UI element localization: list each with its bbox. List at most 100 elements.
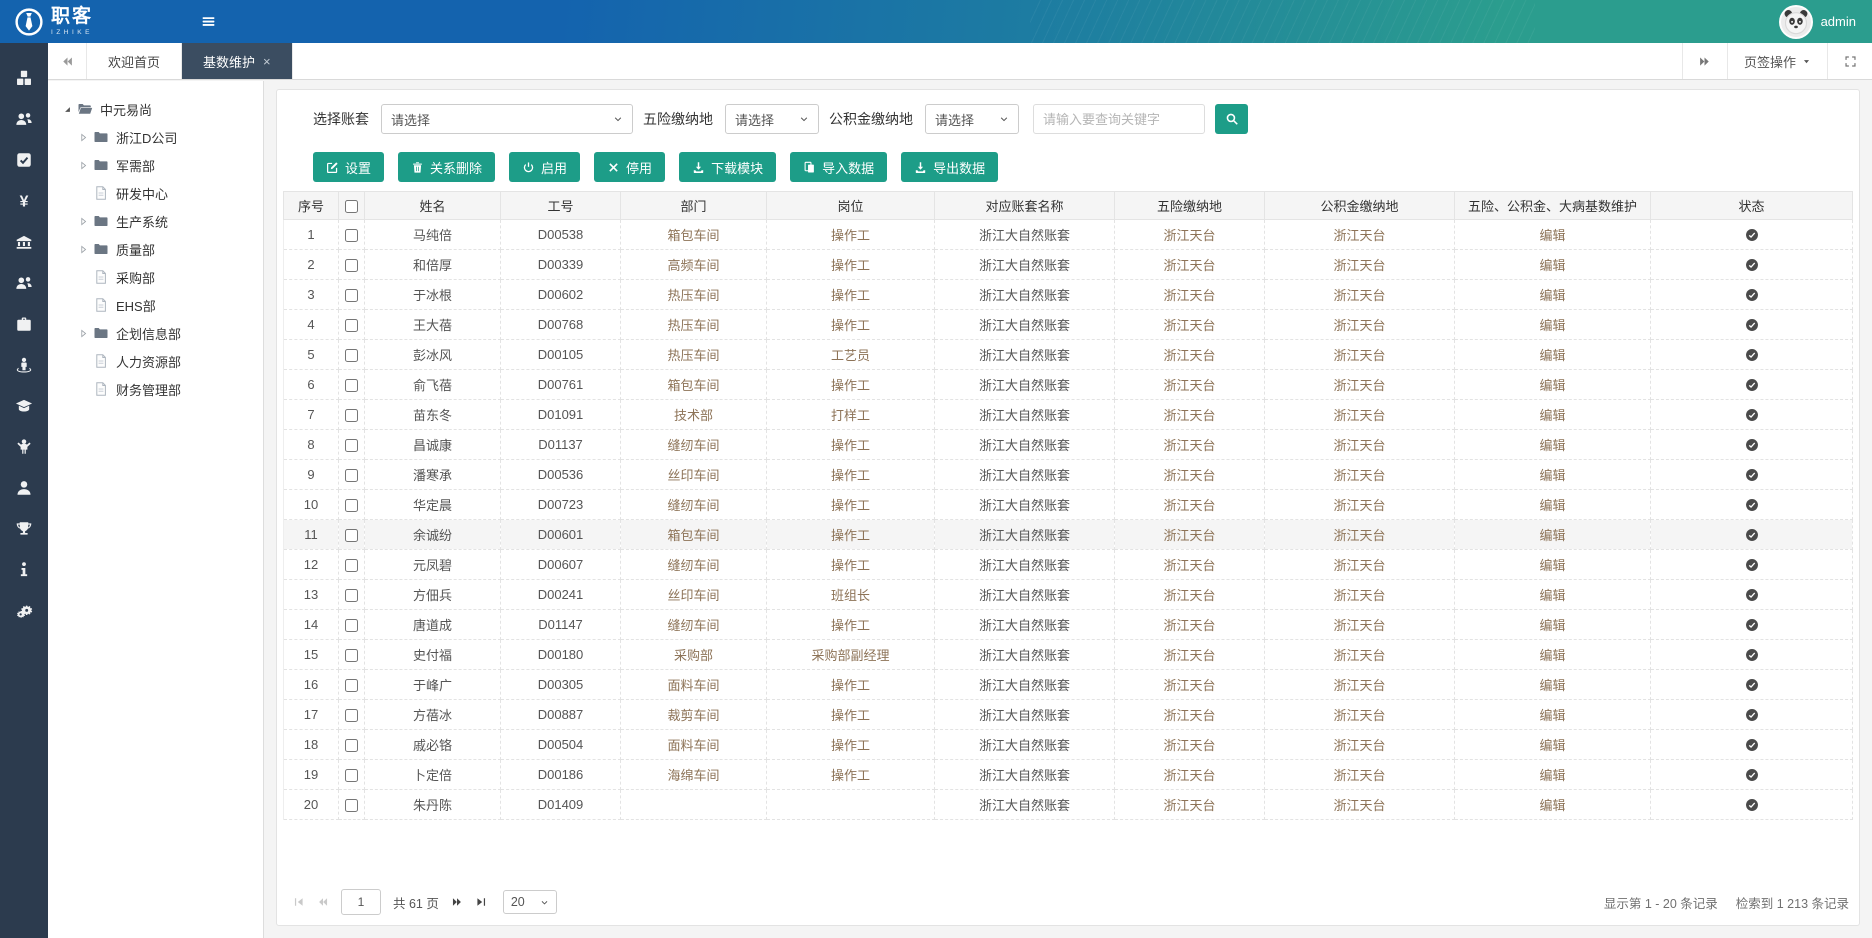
tab-close-icon[interactable]: × — [263, 55, 271, 68]
fund-area-select[interactable]: 请选择 — [925, 104, 1019, 134]
edit-link[interactable]: 编辑 — [1539, 708, 1565, 723]
row-checkbox[interactable] — [345, 289, 358, 302]
row-checkbox[interactable] — [345, 529, 358, 542]
edit-link[interactable]: 编辑 — [1539, 618, 1565, 633]
graduation-cap-icon[interactable] — [15, 397, 33, 415]
tree-caret-icon[interactable] — [78, 356, 89, 367]
table-row[interactable]: 10 华定晨 D00723 缝纫车间 操作工 浙江大自然账套 浙江天台 浙江天台… — [284, 490, 1853, 520]
edit-link[interactable]: 编辑 — [1539, 348, 1565, 363]
tree-caret-icon[interactable] — [62, 104, 73, 115]
table-row[interactable]: 6 俞飞蓓 D00761 箱包车间 操作工 浙江大自然账套 浙江天台 浙江天台 … — [284, 370, 1853, 400]
trophy-icon[interactable] — [15, 520, 33, 538]
tree-item[interactable]: 军需部 — [56, 151, 255, 179]
table-row[interactable]: 3 于冰根 D00602 热压车间 操作工 浙江大自然账套 浙江天台 浙江天台 … — [284, 280, 1853, 310]
table-row[interactable]: 4 王大蓓 D00768 热压车间 操作工 浙江大自然账套 浙江天台 浙江天台 … — [284, 310, 1853, 340]
tree-item[interactable]: 浙江D公司 — [56, 123, 255, 151]
toolbar-button[interactable]: 启用 — [509, 152, 580, 182]
toolbar-button[interactable]: 导出数据 — [901, 152, 998, 182]
row-checkbox[interactable] — [345, 319, 358, 332]
tree-item[interactable]: 人力资源部 — [56, 347, 255, 375]
row-checkbox[interactable] — [345, 769, 358, 782]
street-view-icon[interactable] — [15, 356, 33, 374]
table-row[interactable]: 17 方蓓冰 D00887 裁剪车间 操作工 浙江大自然账套 浙江天台 浙江天台… — [284, 700, 1853, 730]
tree-caret-icon[interactable] — [78, 160, 89, 171]
edit-link[interactable]: 编辑 — [1539, 228, 1565, 243]
tree-item[interactable]: 生产系统 — [56, 207, 255, 235]
tree-item[interactable]: 企划信息部 — [56, 319, 255, 347]
search-input[interactable] — [1033, 104, 1205, 134]
row-checkbox[interactable] — [345, 799, 358, 812]
users2-icon[interactable] — [15, 274, 33, 292]
row-checkbox[interactable] — [345, 259, 358, 272]
tree-caret-icon[interactable] — [78, 132, 89, 143]
tree-caret-icon[interactable] — [78, 216, 89, 227]
table-row[interactable]: 5 彭冰风 D00105 热压车间 工艺员 浙江大自然账套 浙江天台 浙江天台 … — [284, 340, 1853, 370]
cubes-icon[interactable] — [15, 69, 33, 87]
row-checkbox[interactable] — [345, 649, 358, 662]
table-row[interactable]: 13 方佃兵 D00241 丝印车间 班组长 浙江大自然账套 浙江天台 浙江天台… — [284, 580, 1853, 610]
app-logo[interactable]: 职客 IZHIKE — [14, 0, 93, 43]
tree-item[interactable]: EHS部 — [56, 291, 255, 319]
account-select[interactable]: 请选择 — [381, 104, 633, 134]
search-button[interactable] — [1215, 104, 1248, 134]
fullscreen-button[interactable] — [1827, 43, 1872, 79]
table-row[interactable]: 14 唐道成 D01147 缝纫车间 操作工 浙江大自然账套 浙江天台 浙江天台… — [284, 610, 1853, 640]
check-square-icon[interactable] — [15, 151, 33, 169]
row-checkbox[interactable] — [345, 679, 358, 692]
edit-link[interactable]: 编辑 — [1539, 438, 1565, 453]
tabs-scroll-right-button[interactable] — [1682, 43, 1727, 79]
row-checkbox[interactable] — [345, 379, 358, 392]
table-row[interactable]: 8 昌诚康 D01137 缝纫车间 操作工 浙江大自然账套 浙江天台 浙江天台 … — [284, 430, 1853, 460]
edit-link[interactable]: 编辑 — [1539, 768, 1565, 783]
insurance-area-select[interactable]: 请选择 — [725, 104, 819, 134]
tree-item[interactable]: 中元易尚 — [56, 95, 255, 123]
table-row[interactable]: 12 元凤碧 D00607 缝纫车间 操作工 浙江大自然账套 浙江天台 浙江天台… — [284, 550, 1853, 580]
next-page-button[interactable] — [445, 891, 469, 913]
table-row[interactable]: 19 卜定倍 D00186 海绵车间 操作工 浙江大自然账套 浙江天台 浙江天台… — [284, 760, 1853, 790]
users-icon[interactable] — [15, 110, 33, 128]
tree-item[interactable]: 采购部 — [56, 263, 255, 291]
toolbar-button[interactable]: 停用 — [594, 152, 665, 182]
edit-link[interactable]: 编辑 — [1539, 678, 1565, 693]
table-row[interactable]: 20 朱丹陈 D01409 浙江大自然账套 浙江天台 浙江天台 编辑 — [284, 790, 1853, 820]
edit-link[interactable]: 编辑 — [1539, 798, 1565, 813]
cogs-icon[interactable] — [15, 602, 33, 620]
row-checkbox[interactable] — [345, 739, 358, 752]
toolbar-button[interactable]: 关系删除 — [398, 152, 495, 182]
row-checkbox[interactable] — [345, 469, 358, 482]
edit-link[interactable]: 编辑 — [1539, 558, 1565, 573]
toolbar-button[interactable]: 下载模块 — [679, 152, 776, 182]
table-row[interactable]: 2 和倍厚 D00339 高频车间 操作工 浙江大自然账套 浙江天台 浙江天台 … — [284, 250, 1853, 280]
edit-link[interactable]: 编辑 — [1539, 738, 1565, 753]
row-checkbox[interactable] — [345, 709, 358, 722]
prev-page-button[interactable] — [311, 891, 335, 913]
edit-link[interactable]: 编辑 — [1539, 648, 1565, 663]
bank-icon[interactable] — [15, 233, 33, 251]
row-checkbox[interactable] — [345, 439, 358, 452]
select-all-checkbox[interactable] — [345, 200, 358, 213]
user-menu[interactable]: admin — [1779, 0, 1856, 43]
edit-link[interactable]: 编辑 — [1539, 528, 1565, 543]
tree-caret-icon[interactable] — [78, 188, 89, 199]
first-page-button[interactable] — [287, 891, 311, 913]
row-checkbox[interactable] — [345, 229, 358, 242]
sidebar-toggle-button[interactable] — [200, 0, 217, 43]
child-icon[interactable] — [15, 438, 33, 456]
table-row[interactable]: 18 戚必铬 D00504 面料车间 操作工 浙江大自然账套 浙江天台 浙江天台… — [284, 730, 1853, 760]
table-row[interactable]: 16 于峰广 D00305 面料车间 操作工 浙江大自然账套 浙江天台 浙江天台… — [284, 670, 1853, 700]
yen-icon[interactable]: ¥ — [15, 192, 33, 210]
row-checkbox[interactable] — [345, 499, 358, 512]
info-icon[interactable] — [15, 561, 33, 579]
edit-link[interactable]: 编辑 — [1539, 288, 1565, 303]
tree-item[interactable]: 研发中心 — [56, 179, 255, 207]
edit-link[interactable]: 编辑 — [1539, 258, 1565, 273]
tab[interactable]: 基数维护 × — [182, 43, 293, 79]
tree-caret-icon[interactable] — [78, 328, 89, 339]
user-icon[interactable] — [15, 479, 33, 497]
page-size-select[interactable]: 20 — [503, 890, 557, 914]
row-checkbox[interactable] — [345, 409, 358, 422]
tree-caret-icon[interactable] — [78, 244, 89, 255]
tree-item[interactable]: 质量部 — [56, 235, 255, 263]
toolbar-button[interactable]: 导入数据 — [790, 152, 887, 182]
table-row[interactable]: 1 马纯倍 D00538 箱包车间 操作工 浙江大自然账套 浙江天台 浙江天台 … — [284, 220, 1853, 250]
